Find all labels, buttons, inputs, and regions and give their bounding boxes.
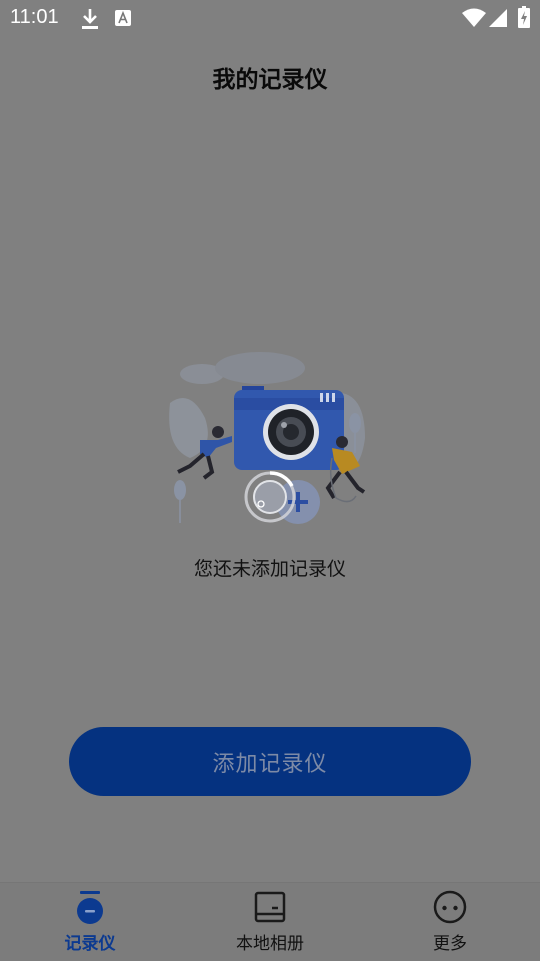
camera-icon <box>234 386 344 470</box>
album-icon <box>254 891 286 923</box>
add-recorder-button[interactable]: 添加记录仪 <box>69 727 471 796</box>
empty-state-message: 您还未添加记录仪 <box>193 558 346 580</box>
battery-charging-icon <box>518 6 530 28</box>
nav-item-more[interactable]: 更多 <box>380 883 520 961</box>
nav-label-recorder: 记录仪 <box>64 934 116 954</box>
download-icon <box>82 9 98 29</box>
page-title: 我的记录仪 <box>212 67 328 93</box>
loading-spinner-icon <box>244 471 296 523</box>
status-bar: 11:01 <box>0 0 540 36</box>
nav-label-album: 本地相册 <box>236 934 304 954</box>
nav-item-recorder[interactable]: 记录仪 <box>20 883 160 961</box>
recorder-icon <box>77 891 103 924</box>
more-icon <box>433 890 467 924</box>
status-time: 11:01 <box>10 6 59 28</box>
text-notification-icon <box>115 10 131 26</box>
nav-label-more: 更多 <box>433 934 467 954</box>
signal-icon <box>489 9 507 27</box>
wifi-icon <box>462 8 486 27</box>
bottom-nav: 记录仪 本地相册 更多 <box>0 882 540 961</box>
nav-item-album[interactable]: 本地相册 <box>200 883 340 961</box>
empty-state-illustration <box>169 352 366 524</box>
